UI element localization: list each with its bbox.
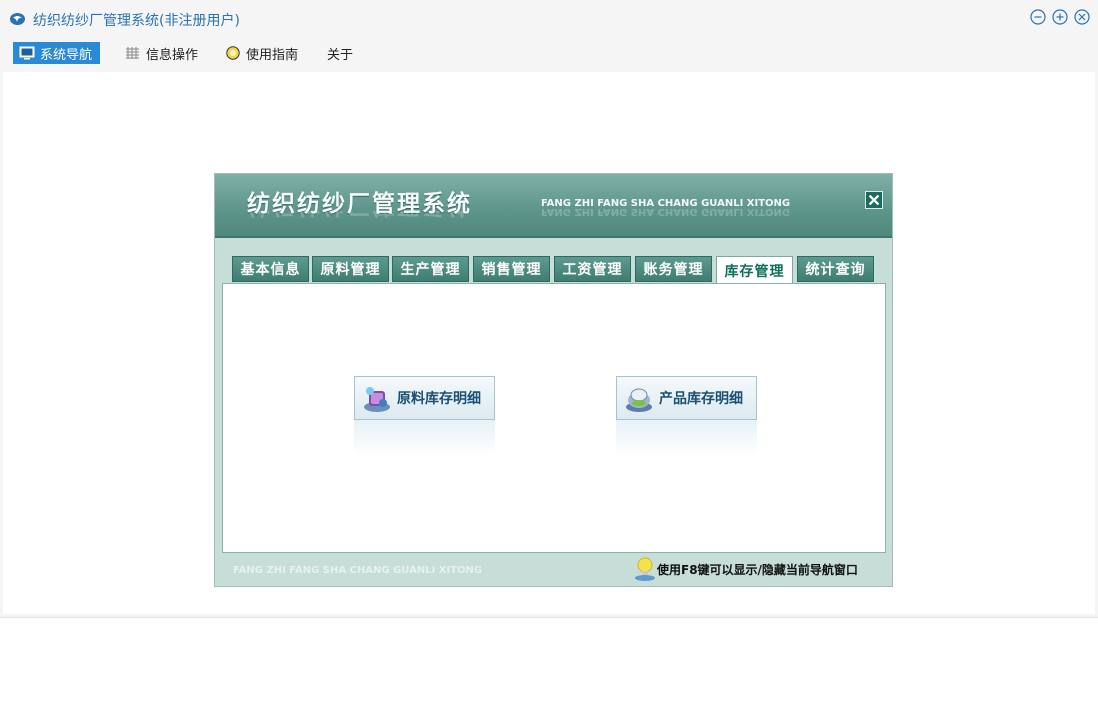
tab-production-mgmt[interactable]: 生产管理	[392, 256, 469, 282]
dialog-title-reflection: 纺织纺纱厂管理系统	[247, 211, 472, 225]
dialog-close-icon[interactable]	[865, 191, 883, 209]
button-reflection	[616, 420, 757, 456]
tab-sales-mgmt[interactable]: 销售管理	[473, 256, 550, 282]
button-label: 产品库存明细	[659, 391, 743, 407]
menu-info-ops[interactable]: 信息操作	[125, 42, 198, 64]
menu-label: 信息操作	[146, 47, 199, 63]
nav-dialog: 纺织纺纱厂管理系统 纺织纺纱厂管理系统 FANG ZHI FANG SHA CH…	[215, 174, 892, 586]
menu-about[interactable]: 关于	[327, 42, 353, 64]
app-window: 纺织纺纱厂管理系统(非注册用户) 系统导航 信息操作 使用指南 关于 纺织纺纱厂…	[0, 0, 1098, 618]
dialog-footer-brand: FANG ZHI FANG SHA CHANG GUANLI XITONG	[233, 565, 483, 576]
tab-panel: 原料库存明细 产品库存明细	[222, 283, 886, 553]
window-title: 纺织纺纱厂管理系统(非注册用户)	[33, 13, 240, 29]
dialog-header: 纺织纺纱厂管理系统 纺织纺纱厂管理系统 FANG ZHI FANG SHA CH…	[215, 174, 892, 238]
app-logo-icon	[10, 13, 25, 25]
maximize-icon[interactable]	[1052, 9, 1068, 25]
product-stock-icon	[626, 388, 652, 412]
dialog-footer-hint: 使用F8键可以显示/隐藏当前导航窗口	[633, 555, 858, 583]
f8-hint-text: 使用F8键可以显示/隐藏当前导航窗口	[657, 562, 858, 577]
dialog-subtitle-reflection: FANG ZHI FANG SHA CHANG GUANLI XITONG	[541, 209, 791, 217]
menu-label: 系统导航	[40, 47, 93, 63]
button-label: 原料库存明细	[397, 391, 481, 407]
menu-user-guide[interactable]: 使用指南	[225, 42, 298, 64]
monitor-icon	[19, 46, 35, 60]
tab-basic-info[interactable]: 基本信息	[232, 256, 309, 282]
material-stock-icon	[364, 387, 390, 412]
menu-label: 关于	[327, 47, 354, 63]
tab-inventory-mgmt[interactable]: 库存管理	[716, 256, 793, 284]
tab-salary-mgmt[interactable]: 工资管理	[554, 256, 631, 282]
product-stock-button[interactable]: 产品库存明细	[616, 376, 757, 420]
tab-accounting-mgmt[interactable]: 账务管理	[635, 256, 712, 282]
menu-bar: 系统导航 信息操作 使用指南 关于	[0, 40, 1098, 68]
grid-icon	[126, 47, 139, 59]
close-icon[interactable]	[1074, 9, 1090, 25]
title-bar: 纺织纺纱厂管理系统(非注册用户)	[0, 0, 1098, 38]
tab-statistics-query[interactable]: 统计查询	[797, 256, 874, 282]
menu-label: 使用指南	[246, 47, 299, 63]
lightbulb-icon	[635, 557, 655, 581]
material-stock-button[interactable]: 原料库存明细	[354, 376, 495, 420]
button-reflection	[354, 420, 495, 456]
tab-material-mgmt[interactable]: 原料管理	[312, 256, 389, 282]
minimize-icon[interactable]	[1030, 9, 1046, 25]
dialog-tabs: 基本信息 原料管理 生产管理 销售管理 工资管理 账务管理 库存管理 统计查询	[232, 256, 882, 284]
info-circle-icon	[226, 46, 240, 60]
dialog-subtitle: FANG ZHI FANG SHA CHANG GUANLI XITONG	[541, 198, 791, 209]
menu-system-nav[interactable]: 系统导航	[13, 42, 101, 64]
